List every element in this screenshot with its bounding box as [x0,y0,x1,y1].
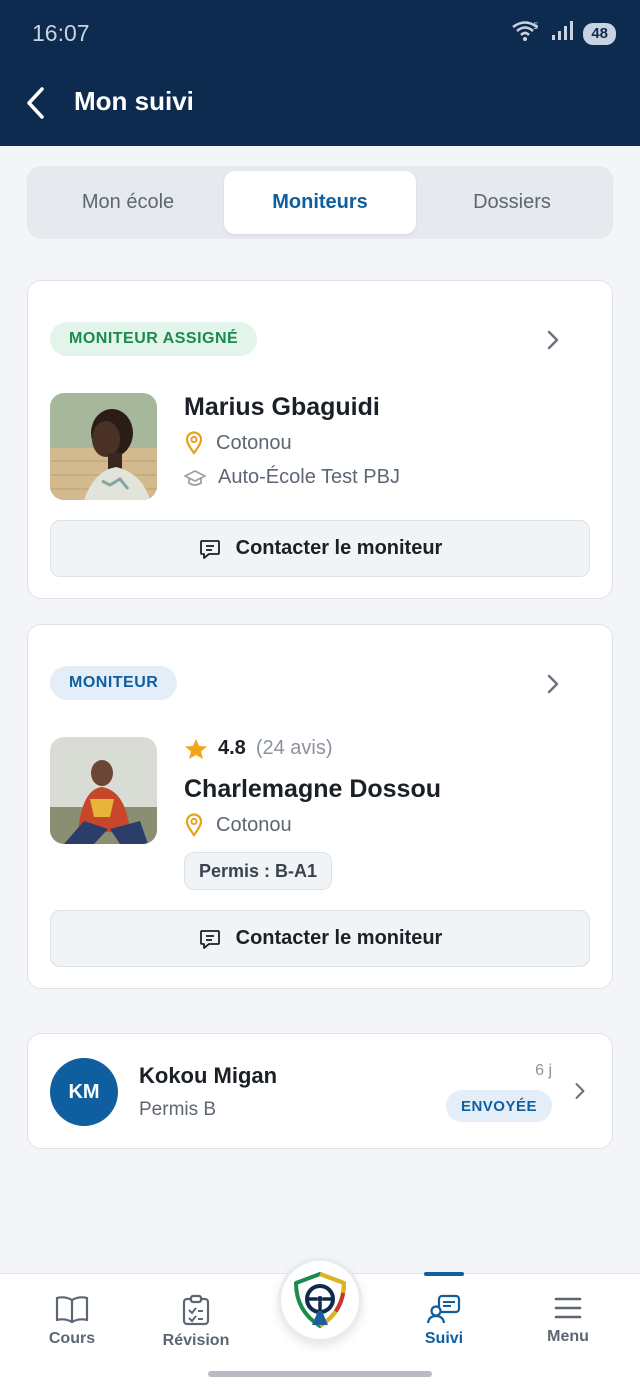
tab-mon-ecole[interactable]: Mon école [32,171,224,234]
nav-suivi[interactable]: Suivi [389,1294,499,1348]
nav-cours[interactable]: Cours [17,1294,127,1348]
page-title: Mon suivi [74,86,194,116]
nav-label: Menu [547,1328,589,1345]
status-time: 16:07 [32,20,90,46]
contact-button-label: Contacter le moniteur [235,927,443,949]
chevron-right-icon[interactable] [546,674,560,694]
student-name: Kokou Migan [139,1063,278,1088]
clipboard-check-icon [182,1294,210,1326]
back-button[interactable] [24,84,54,122]
app-header: 16:07 5 48 Mon suivi [0,0,640,146]
rating-value: 4.8 [218,737,246,759]
avatar [50,737,157,844]
instructor-card[interactable]: MONITEUR 4.8 (24 avis) Charlemagne Dosso… [27,624,613,989]
contact-instructor-button[interactable]: Contacter le moniteur [50,910,590,967]
status-badge: ENVOYÉE [445,1090,552,1122]
nav-label: Suivi [424,1330,464,1347]
rating-count: (24 avis) [255,737,333,759]
nav-revision[interactable]: Révision [141,1294,251,1350]
avatar [50,393,157,500]
permis-chip: Permis : B-A1 [184,852,333,890]
active-tab-indicator [424,1272,464,1276]
chat-icon [199,929,220,949]
instructor-city-row: Cotonou [184,813,292,837]
nav-menu[interactable]: Menu [513,1294,623,1346]
student-permis: Permis B [139,1099,217,1120]
tab-moniteurs[interactable]: Moniteurs [224,171,416,234]
tab-dossiers[interactable]: Dossiers [416,171,608,234]
location-pin-icon [185,431,203,455]
segmented-tabs: Mon école Moniteurs Dossiers [27,166,613,239]
contact-button-label: Contacter le moniteur [235,537,443,559]
nav-label: Cours [48,1330,96,1347]
center-app-button[interactable] [278,1258,362,1342]
wifi-badge: 5 [533,22,539,32]
star-icon [185,738,207,759]
instructor-city: Cotonou [216,431,292,454]
contact-instructor-button[interactable]: Contacter le moniteur [50,520,590,577]
book-icon [55,1296,89,1324]
chat-icon [199,539,220,559]
wifi-icon: 5 [511,20,541,47]
instructor-school-row: Auto-École Test PBJ [184,466,400,489]
time-ago: 6 j [535,1062,552,1079]
instructor-rating: 4.8 (24 avis) [184,737,333,760]
instructor-city-row: Cotonou [184,431,292,455]
assigned-instructor-card[interactable]: MONITEUR ASSIGNÉ Marius Gbaguidi Cotonou [27,280,613,599]
status-icons: 5 48 [511,20,616,47]
chevron-right-icon[interactable] [546,330,560,350]
student-request-card[interactable]: KM Kokou Migan Permis B 6 j ENVOYÉE [27,1033,613,1149]
home-indicator [208,1371,432,1377]
avatar: KM [50,1058,118,1126]
nav-label: Révision [162,1332,230,1349]
instructor-name: Charlemagne Dossou [184,775,442,803]
instructor-name: Marius Gbaguidi [184,393,380,421]
location-pin-icon [185,813,203,837]
tracking-icon [427,1294,461,1324]
graduation-cap-icon [184,469,206,486]
menu-icon [554,1297,582,1319]
battery-indicator: 48 [583,22,616,45]
instructor-school: Auto-École Test PBJ [218,466,400,488]
instructor-badge: MONITEUR [50,666,178,700]
signal-icon [551,21,574,46]
chevron-right-icon[interactable] [574,1082,586,1100]
steering-shield-logo-icon [294,1272,346,1328]
assigned-badge: MONITEUR ASSIGNÉ [50,322,258,356]
chevron-left-icon [27,87,44,119]
instructor-city: Cotonou [216,813,292,836]
